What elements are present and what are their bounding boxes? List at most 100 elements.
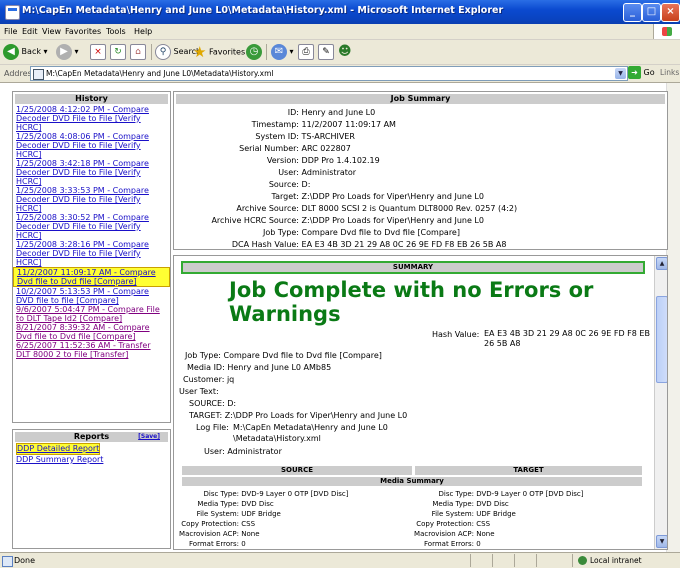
messenger-button[interactable]: ☻ (338, 43, 352, 61)
chevron-down-icon[interactable]: ▼ (615, 68, 626, 79)
target-file-system: File System: UDF Bridge (431, 510, 516, 518)
scroll-up-icon[interactable]: ▲ (656, 257, 667, 270)
search-icon: ⚲ (155, 43, 171, 60)
windows-logo-icon (653, 24, 680, 39)
history-item[interactable]: 1/25/2008 3:28:16 PM - Compare Decoder D… (13, 240, 170, 267)
summary-row-system-id: System ID: TS-ARCHIVER (255, 132, 355, 141)
target-column-header: TARGET (415, 466, 642, 475)
stop-icon: × (90, 43, 106, 60)
refresh-button[interactable]: ↻ (110, 43, 126, 61)
target-copy-protection: Copy Protection: CSS (416, 520, 491, 528)
report-scrollbar[interactable]: ▲ ▼ (654, 256, 667, 549)
home-icon: ⌂ (130, 43, 146, 60)
page-icon (33, 69, 44, 80)
job-complete-message: Job Complete with no Errors or Warnings (229, 278, 594, 326)
reports-header: Reports [Save] (15, 432, 168, 442)
history-item[interactable]: 1/25/2008 3:33:53 PM - Compare Decoder D… (13, 186, 170, 213)
reports-panel: Reports [Save] DDP Detailed Report DDP S… (12, 429, 171, 549)
star-icon: ★ (193, 43, 207, 61)
summary-source: SOURCE: D: (189, 399, 237, 408)
history-item[interactable]: 1/25/2008 4:08:06 PM - Compare Decoder D… (13, 132, 170, 159)
summary-row-archive-source: Archive Source: DLT 8000 SCSI 2 is Quant… (236, 204, 518, 213)
ie-page-icon (5, 5, 20, 20)
page-scrollbar[interactable] (666, 83, 680, 552)
menu-bar: File Edit View Favorites Tools Help (0, 24, 680, 40)
summary-customer: Customer: jq (183, 375, 235, 384)
status-divider (536, 554, 537, 567)
intranet-zone-icon (578, 556, 587, 565)
toolbar-separator (266, 44, 267, 60)
links-button[interactable]: Links (660, 68, 679, 77)
history-item[interactable]: 10/2/2007 5:13:53 PM - Compare DVD file … (13, 287, 170, 305)
save-link[interactable]: [Save] (138, 432, 160, 442)
media-summary-header: Media Summary (182, 477, 642, 486)
close-button[interactable]: × (661, 3, 680, 22)
window-title: M:\CapEn Metadata\Henry and June L0\Meta… (22, 5, 504, 16)
reports-title: Reports (73, 432, 110, 441)
menu-favorites[interactable]: Favorites (65, 27, 101, 36)
home-button[interactable]: ⌂ (130, 43, 146, 61)
address-input[interactable]: M:\CapEn Metadata\Henry and June L0\Meta… (30, 66, 628, 81)
menu-help[interactable]: Help (134, 27, 152, 36)
toolbar: ◀ Back ▾ ▶ ▾ × ↻ ⌂ ⚲ Search ★ Favorites … (0, 40, 680, 65)
history-item[interactable]: 6/25/2007 11:52:36 AM - Transfer DLT 800… (13, 341, 170, 359)
history-item-selected[interactable]: 11/2/2007 11:09:17 AM - Compare Dvd file… (13, 267, 170, 287)
history-item[interactable]: 1/25/2008 3:42:18 PM - Compare Decoder D… (13, 159, 170, 186)
target-media-type: Media Type: DVD Disc (432, 500, 509, 508)
source-copy-protection: Copy Protection: CSS (181, 520, 256, 528)
minimize-button[interactable]: _ (623, 3, 642, 22)
history-panel: History 1/25/2008 4:12:02 PM - Compare D… (12, 91, 171, 423)
forward-arrow-icon: ▶ (56, 43, 72, 60)
report-frame: SUMMARY Job Complete with no Errors or W… (173, 255, 668, 550)
target-disc-type: Disc Type: DVD-9 Layer 0 OTP [DVD Disc] (438, 490, 584, 498)
forward-button[interactable]: ▶ ▾ (56, 43, 79, 61)
page-done-icon (2, 556, 13, 567)
summary-row-serial: Serial Number: ARC 022807 (239, 144, 351, 153)
menu-tools[interactable]: Tools (106, 27, 126, 36)
source-disc-type: Disc Type: DVD-9 Layer 0 OTP [DVD Disc] (203, 490, 349, 498)
summary-row-id: ID: Henry and June L0 (287, 108, 376, 117)
report-summary-link[interactable]: DDP Summary Report (16, 455, 103, 465)
summary-row-job-type: Job Type: Compare Dvd file to Dvd file [… (263, 228, 460, 237)
history-item[interactable]: 1/25/2008 4:12:02 PM - Compare Decoder D… (13, 105, 170, 132)
report-detailed-link[interactable]: DDP Detailed Report (16, 443, 101, 455)
status-text: Done (14, 556, 36, 565)
edit-button[interactable]: ✎ (318, 43, 334, 61)
status-bar: Done Local intranet (0, 552, 680, 568)
stop-button[interactable]: × (90, 43, 106, 61)
hash-value: EA E3 4B 3D 21 29 A8 0C 26 9E FD F8 EB 2… (484, 329, 650, 348)
toolbar-separator (151, 44, 152, 60)
status-divider (514, 554, 515, 567)
go-button[interactable]: ➜ Go (628, 66, 655, 80)
status-divider (470, 554, 471, 567)
summary-logfile-line2: \Metadata\History.xml (233, 434, 321, 443)
menu-edit[interactable]: Edit (22, 27, 38, 36)
summary-target: TARGET: Z:\DDP Pro Loads for Viper\Henry… (189, 411, 408, 420)
menu-file[interactable]: File (4, 27, 17, 36)
scroll-thumb[interactable] (656, 296, 667, 383)
scroll-down-icon[interactable]: ▼ (656, 535, 667, 548)
favorites-button[interactable]: ★ Favorites (193, 43, 245, 61)
summary-row-archive-hcrc: Archive HCRC Source: Z:\DDP Pro Loads fo… (211, 216, 484, 225)
back-button[interactable]: ◀ Back ▾ (3, 43, 48, 61)
summary-logfile-line1: M:\CapEn Metadata\Henry and June L0 (233, 423, 388, 432)
title-bar[interactable]: M:\CapEn Metadata\Henry and June L0\Meta… (0, 0, 680, 24)
history-item[interactable]: 1/25/2008 3:30:52 PM - Compare Decoder D… (13, 213, 170, 240)
history-item[interactable]: 8/21/2007 8:39:32 AM - Compare Dvd file … (13, 323, 170, 341)
address-bar: Address M:\CapEn Metadata\Henry and June… (0, 65, 680, 83)
maximize-button[interactable]: □ (642, 3, 661, 22)
summary-user-text: User Text: (179, 387, 219, 396)
print-button[interactable]: ⎙ (298, 43, 314, 61)
menu-view[interactable]: View (42, 27, 61, 36)
edit-icon: ✎ (318, 43, 334, 60)
go-arrow-icon: ➜ (628, 66, 641, 79)
history-item[interactable]: 9/6/2007 5:04:47 PM - Compare File to DL… (13, 305, 170, 323)
history-title: History (15, 94, 168, 104)
summary-row-version: Version: DDP Pro 1.4.102.19 (266, 156, 380, 165)
hash-label: Hash Value: (432, 330, 480, 339)
mail-button[interactable]: ✉ ▾ (271, 43, 294, 61)
history-button[interactable]: ◷ (246, 43, 262, 61)
summary-user: User: Administrator (204, 447, 282, 456)
summary-row-target: Target: Z:\DDP Pro Loads for Viper\Henry… (271, 192, 484, 201)
summary-header: SUMMARY (181, 261, 645, 274)
